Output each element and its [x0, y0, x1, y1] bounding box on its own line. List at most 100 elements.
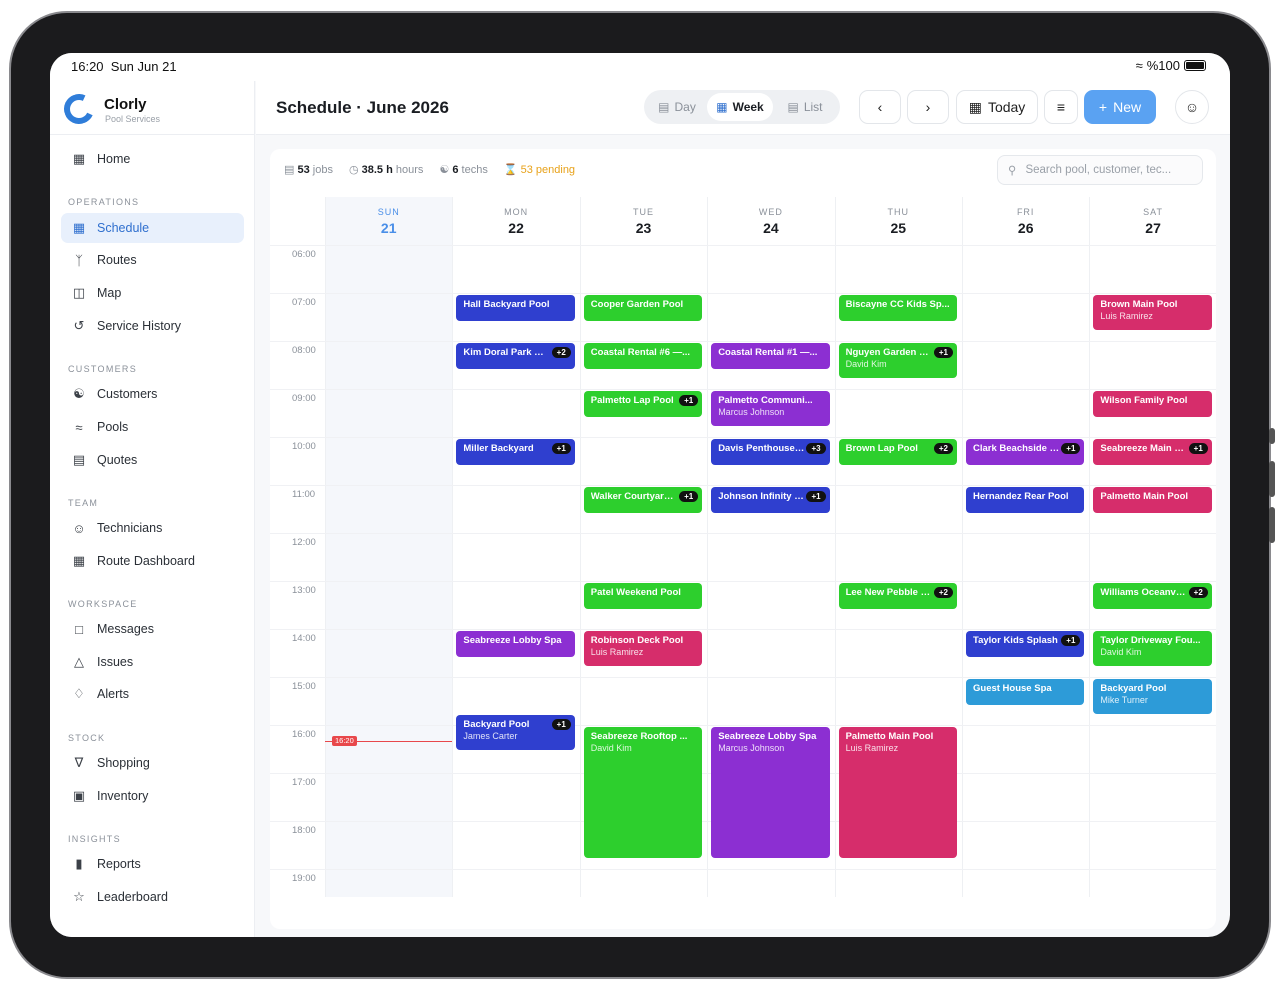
sidebar-item-issues[interactable]: △ Issues [61, 647, 244, 677]
schedule-event[interactable]: Backyard Pool James Carter +1 [456, 715, 575, 751]
day-header[interactable]: FRI 26 [962, 197, 1089, 245]
hour-label: 10:00 [292, 441, 316, 452]
sidebar-item-alerts[interactable]: ♢ Alerts [61, 679, 244, 709]
hour-line [270, 437, 1216, 438]
event-title: Seabreeze Rooftop ... [590, 731, 688, 742]
event-technician: James Carter [463, 731, 518, 741]
schedule-event[interactable]: Wilson Family Pool [1093, 391, 1212, 417]
column-divider [707, 197, 709, 897]
schedule-event[interactable]: Hall Backyard Pool [456, 295, 575, 321]
schedule-event[interactable]: Palmetto Main Pool Luis Ramirez [838, 727, 957, 859]
event-technician: Luis Ramirez [590, 647, 644, 657]
routes-icon: ᛉ [75, 252, 83, 268]
hour-line [270, 293, 1216, 294]
schedule-event[interactable]: Coastal Rental #6 —... [583, 343, 703, 369]
schedule-event[interactable]: Hernandez Rear Pool [966, 487, 1085, 513]
schedule-event[interactable]: Backyard Pool Mike Turner [1093, 679, 1212, 715]
schedule-event[interactable]: Palmetto Communi... Marcus Johnson [711, 391, 830, 427]
topbar: Schedule · June 2026 ▤ Day ▦ Week ▤ List ‹ … [256, 81, 1230, 135]
view-day[interactable]: ▤ Day [647, 93, 707, 121]
event-title: Palmetto Communi... [718, 395, 813, 406]
schedule-event[interactable]: Patel Weekend Pool [583, 583, 703, 609]
sidebar-item-map[interactable]: ◫ Map [61, 278, 244, 308]
schedule-event[interactable]: Biscayne CC Kids Sp... [838, 295, 957, 321]
schedule-event[interactable]: Coastal Rental #1 —... [711, 343, 830, 369]
event-extra-badge: +2 [1188, 587, 1208, 598]
schedule-event[interactable]: Williams Oceanview +2 [1093, 583, 1212, 609]
schedule-event[interactable]: Brown Main Pool Luis Ramirez [1093, 295, 1212, 331]
view-week[interactable]: ▦ Week [707, 93, 773, 121]
sidebar-item-quotes[interactable]: ▤ Quotes [61, 445, 244, 475]
filter-button[interactable]: ≡ [1044, 90, 1078, 124]
sidebar-item-messages[interactable]: □ Messages [61, 614, 244, 644]
sidebar-item-customers[interactable]: ☯ Customers [61, 379, 244, 409]
today-button[interactable]: ▦ Today [956, 90, 1038, 124]
event-title: Seabreeze Lobby Spa [463, 635, 562, 646]
pending-stat[interactable]: ⌛ 53 pending [504, 163, 575, 176]
day-header[interactable]: WED 24 [707, 197, 834, 245]
schedule-event[interactable]: Davis Penthouse Pool +3 [711, 439, 830, 465]
schedule-event[interactable]: Lee New Pebble Pool +2 [838, 583, 957, 609]
hour-line [270, 341, 1216, 342]
new-button[interactable]: + New [1084, 90, 1156, 124]
schedule-event[interactable]: Palmetto Main Pool [1093, 487, 1212, 513]
day-header[interactable]: MON 22 [452, 197, 579, 245]
day-header[interactable]: TUE 23 [580, 197, 707, 245]
stats-bar: ▤ 53 jobs ◷ 38.5 h hours ☯ 6 techs ⌛ 53 … [284, 163, 575, 176]
schedule-event[interactable]: Taylor Kids Splash +1 [966, 631, 1085, 657]
event-technician: Marcus Johnson [718, 407, 785, 417]
sidebar-item-home[interactable]: ▦ Home [61, 144, 244, 174]
schedule-event[interactable]: Brown Lap Pool +2 [838, 439, 957, 465]
schedule-event[interactable]: Seabreeze Rooftop ... David Kim [583, 727, 703, 859]
schedule-event[interactable]: Nguyen Garden Pool David Kim +1 [838, 343, 957, 379]
search-input[interactable]: ⚲ Search pool, customer, tec... [997, 155, 1203, 185]
view-list[interactable]: ▤ List [773, 93, 837, 121]
schedule-event[interactable]: Kim Doral Park Pool +2 [456, 343, 575, 369]
schedule-event[interactable]: Guest House Spa [966, 679, 1085, 705]
sidebar-item-inventory[interactable]: ▣ Inventory [61, 781, 244, 811]
sidebar-item-reports[interactable]: ▮ Reports [61, 849, 244, 879]
event-title: Biscayne CC Kids Sp... [845, 299, 950, 310]
bar-chart-icon: ▮ [75, 856, 83, 871]
schedule-event[interactable]: Johnson Infinity Pool +1 [711, 487, 830, 513]
volume-up-button [1269, 461, 1275, 497]
hour-label: 16:00 [292, 729, 316, 740]
schedule-event[interactable]: Palmetto Lap Pool +1 [583, 391, 703, 417]
hour-label: 14:00 [292, 633, 316, 644]
event-extra-badge: +1 [1061, 635, 1081, 646]
sidebar-item-routes[interactable]: ᛉ Routes [61, 245, 244, 275]
chevron-left-icon: ‹ [877, 99, 883, 115]
sidebar-item-schedule[interactable]: ▦ Schedule [61, 213, 244, 243]
week-calendar: SUN 21 MON 22 TUE 23 WED 24 THU 25 FRI 26 SAT 27 06:00… [270, 197, 1216, 897]
day-header[interactable]: THU 25 [835, 197, 962, 245]
section-customers: CUSTOMERS [68, 364, 138, 374]
schedule-event[interactable]: Miller Backyard +1 [456, 439, 575, 465]
schedule-event[interactable]: Seabreeze Lobby Spa [456, 631, 575, 657]
schedule-event[interactable]: Walker Courtyard Pool +1 [583, 487, 703, 513]
day-header[interactable]: SAT 27 [1089, 197, 1216, 245]
hour-label: 15:00 [292, 681, 316, 692]
profile-button[interactable]: ☺ [1175, 90, 1209, 124]
sidebar-item-pools[interactable]: ≈ Pools [61, 412, 244, 442]
schedule-event[interactable]: Seabreeze Lobby Spa Marcus Johnson [711, 727, 830, 859]
day-date: 21 [380, 220, 397, 236]
prev-week-button[interactable]: ‹ [859, 90, 901, 124]
sidebar-item-leaderboard[interactable]: ☆ Leaderboard [61, 882, 244, 912]
schedule-event[interactable]: Seabreeze Main Pool +1 [1093, 439, 1212, 465]
day-header[interactable]: SUN 21 [325, 197, 452, 245]
calendar-icon: ▦ [72, 220, 86, 235]
sidebar: Clorly Pool Services ▦ Home OPERATIONS ▦ S… [50, 81, 255, 937]
schedule-event[interactable]: Taylor Driveway Fou... David Kim [1093, 631, 1212, 667]
sidebar-item-technicians[interactable]: ☺ Technicians [61, 513, 244, 543]
brand-logo-icon [59, 89, 99, 129]
schedule-event[interactable]: Cooper Garden Pool [583, 295, 703, 321]
schedule-event[interactable]: Robinson Deck Pool Luis Ramirez [583, 631, 703, 667]
sidebar-item-route-dashboard[interactable]: ▦ Route Dashboard [61, 546, 244, 576]
column-divider [452, 197, 454, 897]
next-week-button[interactable]: › [907, 90, 949, 124]
sidebar-item-shopping[interactable]: ∇ Shopping [61, 748, 244, 778]
event-title: Patel Weekend Pool [590, 587, 681, 598]
sidebar-item-service-history[interactable]: ↺ Service History [61, 311, 244, 341]
event-technician: Luis Ramirez [1100, 311, 1153, 321]
schedule-event[interactable]: Clark Beachside Pool +1 [966, 439, 1085, 465]
